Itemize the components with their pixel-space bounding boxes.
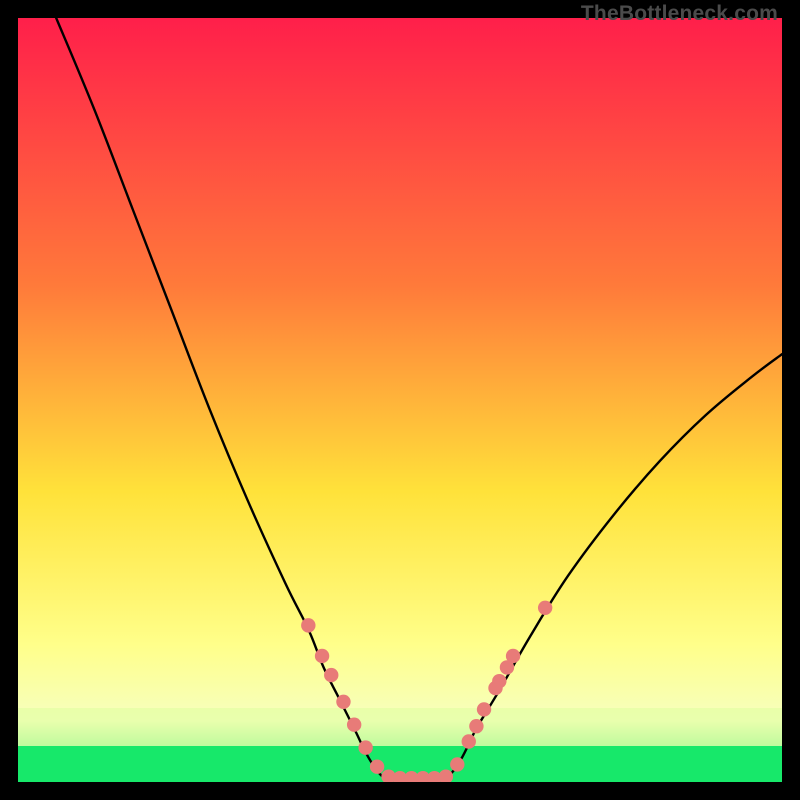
chart-frame xyxy=(18,18,782,782)
curve-marker xyxy=(450,757,464,771)
curve-marker xyxy=(506,649,520,663)
curve-marker xyxy=(315,649,329,663)
curve-marker xyxy=(469,719,483,733)
curve-marker xyxy=(358,740,372,754)
watermark-text: TheBottleneck.com xyxy=(581,2,778,26)
bottleneck-chart xyxy=(18,18,782,782)
curve-marker xyxy=(477,702,491,716)
curve-marker xyxy=(538,601,552,615)
curve-marker xyxy=(492,674,506,688)
curve-marker xyxy=(347,718,361,732)
curve-marker xyxy=(324,668,338,682)
gradient-background xyxy=(18,18,782,782)
curve-marker xyxy=(301,618,315,632)
curve-marker xyxy=(462,734,476,748)
curve-marker xyxy=(370,760,384,774)
pale-band xyxy=(18,708,782,746)
curve-marker xyxy=(336,695,350,709)
